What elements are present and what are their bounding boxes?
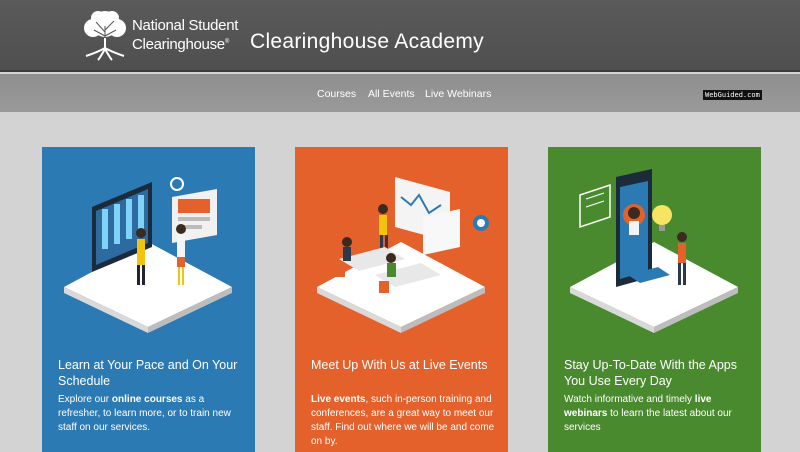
card-live-webinars[interactable]: Stay Up-To-Date With the Apps You Use Ev… [548,147,761,452]
card-live-events[interactable]: Meet Up With Us at Live Events Live even… [295,147,508,452]
site-title: Clearinghouse Academy [250,30,484,53]
card-online-courses[interactable]: Learn at Your Pace and On Your Schedule … [42,147,255,452]
main-nav: Courses All Events Live Webinars [0,74,800,112]
watermark-badge: WebGuided.com [703,90,762,100]
logo-line-1: National Student [132,17,239,34]
registered-mark: ® [224,39,229,45]
card-title: Meet Up With Us at Live Events [311,358,488,372]
live-events-link[interactable]: Live events [311,394,365,405]
online-courses-illustration [64,177,232,333]
nav-all-events[interactable]: All Events [368,88,415,100]
card-body: Explore our online courses as a refreshe… [58,394,231,433]
card-body: Watch informative and timely live webina… [564,394,732,433]
nsc-logo[interactable]: National Student Clearinghouse® [78,8,248,64]
card-title: Stay Up-To-Date With the Apps You Use Ev… [564,358,737,388]
nav-courses[interactable]: Courses [317,88,356,100]
nav-live-webinars[interactable]: Live Webinars [425,88,491,100]
online-courses-link[interactable]: online courses [112,394,183,405]
site-header: National Student Clearinghouse® Clearing… [0,0,800,72]
logo-text: National Student Clearinghouse® [132,18,238,53]
live-events-illustration [317,177,489,333]
live-webinars-illustration [570,169,738,333]
card-body: Live events, such in-person training and… [311,394,495,447]
tree-icon [84,11,126,61]
logo-line-2: Clearinghouse® [132,36,229,53]
card-title: Learn at Your Pace and On Your Schedule [58,358,238,388]
